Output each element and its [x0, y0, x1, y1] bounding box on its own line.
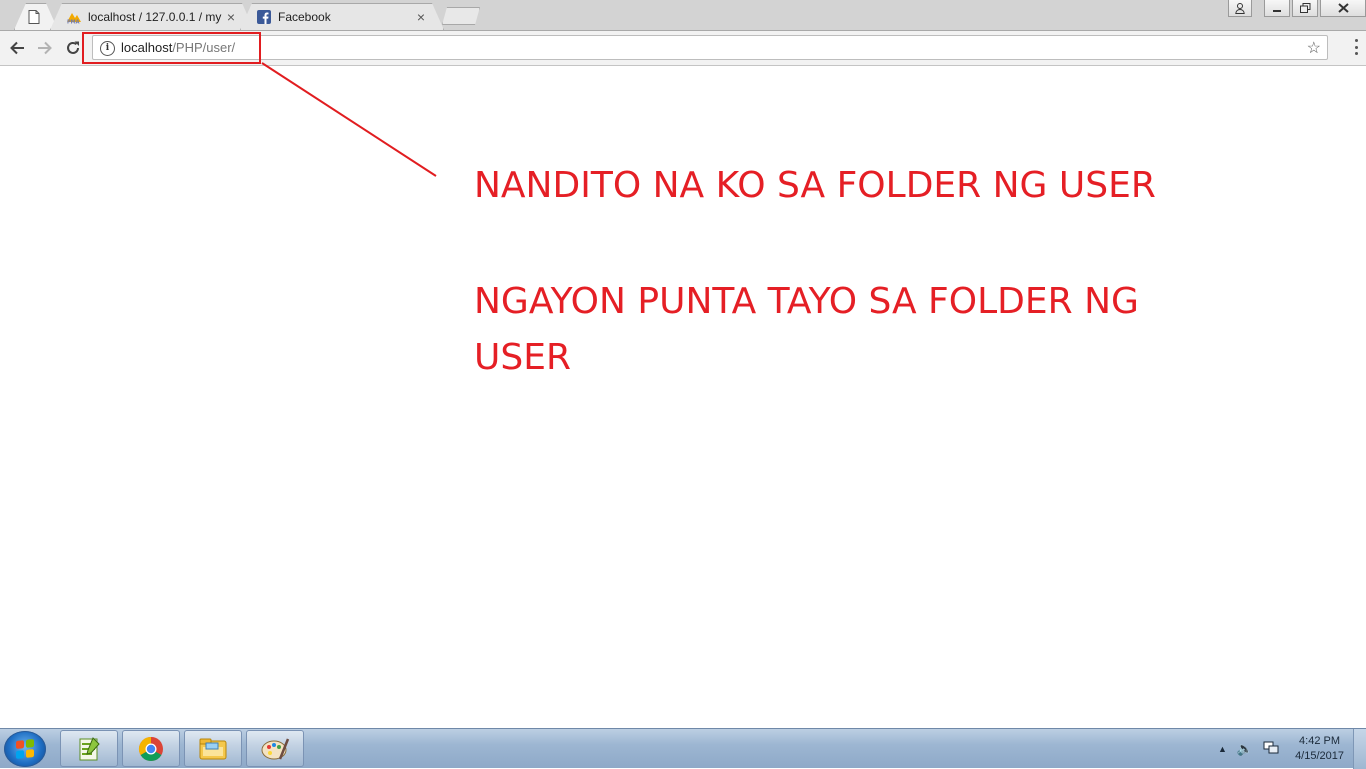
- chrome-icon: [138, 736, 163, 761]
- url-highlight-box: [82, 32, 261, 64]
- svg-text:PMA: PMA: [67, 19, 80, 24]
- restore-icon[interactable]: [1292, 0, 1318, 17]
- clock[interactable]: 4:42 PM 4/15/2017: [1295, 734, 1344, 764]
- user-icon[interactable]: [1228, 0, 1252, 17]
- tab-phpmyadmin[interactable]: PMA localhost / 127.0.0.1 / my ×: [50, 3, 254, 30]
- minimize-icon[interactable]: [1264, 0, 1290, 17]
- address-bar[interactable]: i localhost/PHP/user/ ☆: [92, 35, 1328, 60]
- facebook-icon: [256, 9, 272, 25]
- tab-title: localhost / 127.0.0.1 / my: [88, 9, 222, 24]
- annotation-text-line2: NGAYON PUNTA TAYO SA FOLDER NG USER: [474, 281, 1139, 378]
- start-button[interactable]: [4, 731, 46, 767]
- taskbar-chrome[interactable]: [122, 730, 180, 767]
- show-desktop-button[interactable]: [1353, 729, 1366, 769]
- tab-facebook[interactable]: Facebook ×: [240, 3, 444, 30]
- reload-icon[interactable]: [62, 37, 84, 59]
- window-controls: [1226, 0, 1366, 18]
- new-tab-button[interactable]: [442, 7, 480, 25]
- close-icon[interactable]: [1320, 0, 1366, 17]
- forward-arrow-icon[interactable]: [34, 37, 56, 59]
- taskbar-paint[interactable]: [246, 730, 304, 767]
- tab-strip: PMA localhost / 127.0.0.1 / my × Faceboo…: [0, 0, 1366, 31]
- back-arrow-icon[interactable]: [6, 37, 28, 59]
- page-icon: [26, 9, 42, 25]
- taskbar-file-explorer[interactable]: [184, 730, 242, 767]
- notepad-plus-icon: [79, 736, 100, 760]
- bookmark-star-icon[interactable]: ☆: [1307, 38, 1321, 58]
- file-explorer-icon: [199, 738, 227, 759]
- system-tray: ▲ 🔈 4:42 PM 4/15/2017: [1218, 729, 1366, 769]
- clock-date: 4/15/2017: [1295, 750, 1344, 762]
- show-hidden-icons-button[interactable]: ▲: [1218, 744, 1227, 754]
- menu-icon[interactable]: [1354, 39, 1358, 55]
- clock-time: 4:42 PM: [1299, 735, 1341, 747]
- phpmyadmin-icon: PMA: [66, 9, 82, 25]
- tab-title: Facebook: [278, 9, 331, 24]
- paint-icon: [261, 738, 290, 759]
- network-icon[interactable]: [1263, 741, 1279, 758]
- close-icon[interactable]: ×: [414, 10, 428, 24]
- annotation-text-line1: NANDITO NA KO SA FOLDER NG USER: [474, 165, 1156, 206]
- windows-logo-icon: [16, 739, 34, 759]
- volume-icon[interactable]: 🔈: [1237, 741, 1253, 757]
- taskbar-notepad-plus[interactable]: [60, 730, 118, 767]
- taskbar: ▲ 🔈 4:42 PM 4/15/2017: [0, 728, 1366, 769]
- close-icon[interactable]: ×: [224, 10, 238, 24]
